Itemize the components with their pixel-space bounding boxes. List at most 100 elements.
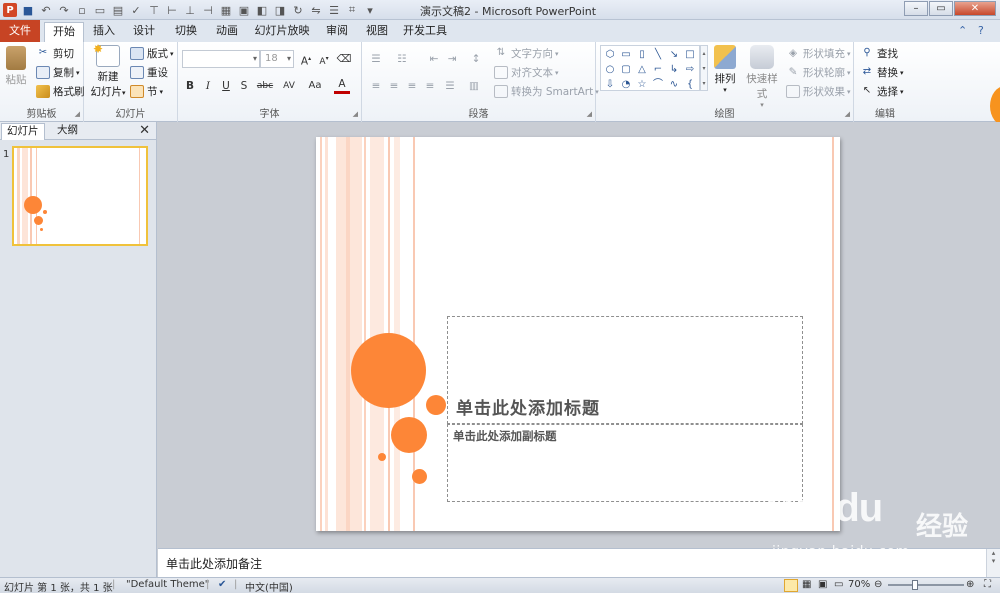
crop-icon[interactable]: ⌗	[344, 2, 360, 18]
font-color-button[interactable]: A	[334, 78, 350, 94]
distributed-icon[interactable]: ☰	[442, 78, 458, 94]
brace-shape-icon[interactable]: {	[682, 77, 698, 92]
italic-button[interactable]: I	[200, 78, 216, 94]
tab-view[interactable]: 视图	[361, 22, 393, 42]
slideshow-view-icon[interactable]: ▭	[834, 579, 843, 590]
char-spacing-button[interactable]: AV	[278, 78, 300, 94]
arrow-line-shape-icon[interactable]: ↘	[666, 47, 682, 62]
open-icon[interactable]: ▭	[92, 2, 108, 18]
tab-animations[interactable]: 动画	[211, 22, 243, 42]
line-shape-icon[interactable]: ╲	[650, 47, 666, 62]
vertical-textbox-shape-icon[interactable]: ▯	[634, 47, 650, 62]
bold-button[interactable]: B	[182, 78, 198, 94]
shape-outline-button[interactable]: ✎ 形状轮廓 ▾	[786, 65, 851, 80]
zoom-out-icon[interactable]: ⊖	[874, 579, 882, 590]
reset-button[interactable]: 重设	[130, 65, 168, 80]
table-icon[interactable]: ▦	[218, 2, 234, 18]
maximize-button[interactable]: ▭	[929, 1, 953, 16]
oval-shape-icon[interactable]: ○	[602, 62, 618, 77]
font-size-combo[interactable]: 18 ▾	[260, 50, 294, 68]
align-right-text-icon[interactable]: ≡	[404, 78, 420, 94]
drawing-launcher-icon[interactable]: ◢	[845, 110, 850, 118]
strikethrough-button[interactable]: abc	[254, 78, 276, 94]
slide-thumbnail[interactable]	[12, 146, 148, 246]
language[interactable]: 中文(中国)	[245, 579, 293, 593]
shapes-gallery-scroll[interactable]: ▴ ▾ ▾	[700, 45, 708, 91]
rotate-icon[interactable]: ↻	[290, 2, 306, 18]
zoom-in-icon[interactable]: ⊕	[966, 579, 974, 590]
fit-to-window-icon[interactable]: ⛶	[984, 579, 991, 590]
close-panel-icon[interactable]: ✕	[139, 123, 150, 138]
slide-sorter-icon[interactable]: ▦	[802, 579, 811, 590]
distribute-icon[interactable]: ☰	[326, 2, 342, 18]
zoom-slider-thumb[interactable]	[912, 580, 918, 590]
bring-forward-icon[interactable]: ◧	[254, 2, 270, 18]
tab-developer[interactable]: 开发工具	[401, 22, 449, 42]
callout-shape-icon[interactable]: ◔	[618, 77, 634, 92]
shrink-font-button[interactable]: A▾	[316, 51, 332, 67]
elbow-arrow-shape-icon[interactable]: ↳	[666, 62, 682, 77]
wave-shape-icon[interactable]: ∿	[666, 77, 682, 92]
cut-button[interactable]: ✂ 剪切	[36, 46, 74, 61]
convert-smartart-button[interactable]: 转换为 SmartArt ▾	[494, 84, 599, 99]
align-left-icon[interactable]: ⊢	[164, 2, 180, 18]
layout-button[interactable]: 版式 ▾	[130, 46, 174, 61]
shape-fill-button[interactable]: ◈ 形状填充 ▾	[786, 46, 851, 61]
align-bottom-icon[interactable]: ⊥	[182, 2, 198, 18]
tab-file[interactable]: 文件	[0, 20, 40, 42]
down-arrow-shape-icon[interactable]: ⇩	[602, 77, 618, 92]
customize-qat-icon[interactable]: ▾	[362, 2, 378, 18]
zoom-slider[interactable]	[888, 584, 964, 586]
justify-icon[interactable]: ≡	[422, 78, 438, 94]
copy-button[interactable]: 复制 ▾	[36, 65, 80, 80]
minimize-button[interactable]: –	[904, 1, 928, 16]
line-spacing-icon[interactable]: ↕	[468, 51, 484, 67]
tab-slideshow[interactable]: 幻灯片放映	[251, 22, 313, 42]
select-button[interactable]: ↖ 选择 ▾	[860, 84, 904, 99]
align-right-icon[interactable]: ⊣	[200, 2, 216, 18]
font-family-combo[interactable]: ▾	[182, 50, 260, 68]
star-shape-icon[interactable]: ☆	[634, 77, 650, 92]
tab-outline[interactable]: 大纲	[52, 123, 83, 140]
shadow-button[interactable]: S	[236, 78, 252, 94]
close-button[interactable]: ✕	[954, 1, 996, 16]
tab-home[interactable]: 开始	[44, 22, 84, 42]
paste-button[interactable]: 粘贴	[2, 46, 30, 87]
rectangle-shape-icon[interactable]: □	[682, 47, 698, 62]
tab-slides[interactable]: 幻灯片	[1, 123, 45, 140]
minimize-ribbon-icon[interactable]: ⌃	[958, 24, 972, 38]
align-left-text-icon[interactable]: ≡	[368, 78, 384, 94]
reading-view-icon[interactable]: ▣	[818, 579, 827, 590]
align-text-button[interactable]: 对齐文本 ▾	[494, 65, 559, 80]
powerpoint-app-icon[interactable]: P	[3, 3, 17, 17]
spell-check-status-icon[interactable]: ✔	[218, 579, 226, 590]
tab-design[interactable]: 设计	[128, 22, 160, 42]
clear-format-icon[interactable]: ⌫	[336, 51, 352, 67]
arc-shape-icon[interactable]: ⌒	[650, 77, 666, 92]
replace-button[interactable]: ⇄ 替换 ▾	[860, 65, 904, 80]
undo-icon[interactable]: ↶	[38, 2, 54, 18]
shapes-gallery[interactable]: ⬡ ▭ ▯ ╲ ↘ □ ○ ▢ △ ⌐ ↳ ⇨ ⇩ ◔ ☆ ⌒ ∿ {	[600, 45, 700, 91]
paragraph-launcher-icon[interactable]: ◢	[587, 110, 592, 118]
right-arrow-shape-icon[interactable]: ⇨	[682, 62, 698, 77]
increase-indent-icon[interactable]: ⇥	[444, 51, 460, 67]
columns-icon[interactable]: ▥	[466, 78, 482, 94]
hexagon-shape-icon[interactable]: ⬡	[602, 47, 618, 62]
grow-font-button[interactable]: A▴	[298, 51, 314, 68]
align-top-icon[interactable]: ⊤	[146, 2, 162, 18]
clipboard-launcher-icon[interactable]: ◢	[75, 110, 80, 118]
numbering-icon[interactable]: ☷	[394, 51, 410, 67]
text-direction-button[interactable]: ⇅ 文字方向 ▾	[494, 46, 559, 61]
new-file-icon[interactable]: ▫	[74, 2, 90, 18]
textbox-shape-icon[interactable]: ▭	[618, 47, 634, 62]
title-placeholder[interactable]: 单击此处添加标题	[447, 316, 803, 424]
elbow-shape-icon[interactable]: ⌐	[650, 62, 666, 77]
new-slide-button[interactable]: ✸ 新建 幻灯片▾	[88, 42, 128, 99]
flip-icon[interactable]: ⇋	[308, 2, 324, 18]
print-icon[interactable]: ▤	[110, 2, 126, 18]
tab-transitions[interactable]: 切换	[168, 22, 204, 42]
bullets-icon[interactable]: ☰	[368, 51, 384, 67]
arrange-button[interactable]: 排列 ▾	[710, 45, 740, 94]
triangle-shape-icon[interactable]: △	[634, 62, 650, 77]
find-button[interactable]: ⚲ 查找	[860, 46, 898, 61]
